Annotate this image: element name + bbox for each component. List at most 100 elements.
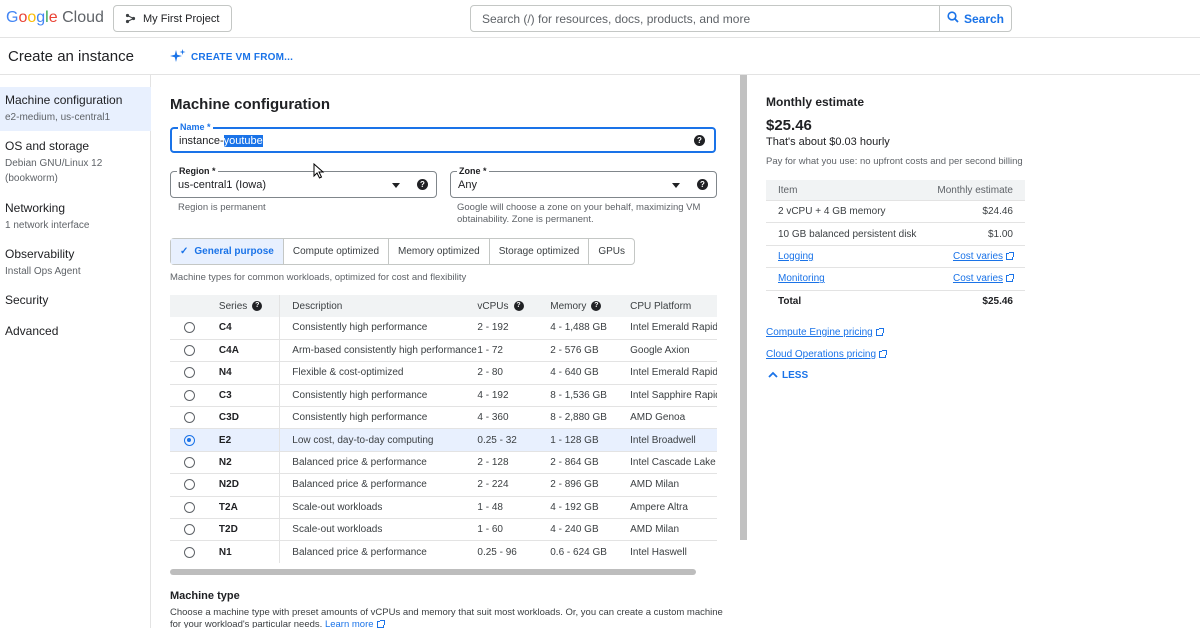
zone-label: Zone * bbox=[457, 166, 489, 176]
dropdown-caret-icon bbox=[672, 183, 680, 188]
series-radio-button[interactable] bbox=[184, 456, 196, 468]
table-row[interactable]: C4A Arm-based consistently high performan… bbox=[170, 339, 717, 363]
series-radio-cell bbox=[170, 317, 210, 340]
estimate-price: $25.46 bbox=[766, 117, 812, 134]
logging-cost-link[interactable]: Cost varies bbox=[953, 251, 1014, 262]
tab-storage-optimized[interactable]: Storage optimized bbox=[490, 239, 590, 264]
series-name: N1 bbox=[209, 540, 281, 563]
less-toggle-button[interactable]: LESS bbox=[768, 370, 808, 381]
help-icon[interactable]: ? bbox=[697, 179, 708, 190]
zone-select[interactable]: Zone * Any ? bbox=[450, 166, 717, 198]
column-header-memory: Memory? bbox=[550, 295, 631, 317]
instance-name-field[interactable]: Name * instance-youtube ? bbox=[170, 122, 716, 153]
nav-item-observability[interactable]: Observability Install Ops Agent bbox=[0, 247, 151, 279]
create-vm-from-button[interactable]: CREATE VM FROM... bbox=[170, 49, 293, 66]
help-icon[interactable]: ? bbox=[513, 300, 524, 311]
nav-item-sublabel: Debian GNU/Linux 12 (bookworm) bbox=[5, 158, 103, 184]
series-radio-button[interactable] bbox=[184, 501, 196, 513]
series-name: C3 bbox=[209, 384, 281, 408]
help-icon[interactable]: ? bbox=[694, 135, 705, 146]
nav-item-advanced[interactable]: Advanced bbox=[0, 324, 151, 338]
estimate-title: Monthly estimate bbox=[766, 95, 865, 109]
nav-item-security[interactable]: Security bbox=[0, 293, 151, 307]
series-radio-button[interactable] bbox=[184, 434, 196, 446]
search-button-label: Search bbox=[963, 11, 1005, 26]
tab-compute-optimized[interactable]: Compute optimized bbox=[284, 239, 390, 264]
help-icon[interactable]: ? bbox=[417, 179, 428, 190]
nav-item-networking[interactable]: Networking 1 network interface bbox=[0, 201, 151, 233]
series-cpu-platform: Intel Broadwell bbox=[630, 428, 717, 452]
tab-label: Memory optimized bbox=[398, 246, 480, 257]
help-icon[interactable]: ? bbox=[252, 300, 263, 311]
horizontal-scrollbar[interactable] bbox=[170, 569, 696, 575]
logo-cloud-text: Cloud bbox=[62, 9, 104, 26]
tab-gpus[interactable]: GPUs bbox=[589, 239, 634, 264]
zone-hint: Google will choose a zone on your behalf… bbox=[457, 202, 700, 226]
estimate-hourly: That's about $0.03 hourly bbox=[766, 136, 890, 148]
machine-family-tabs: ✓ General purpose Compute optimized Memor… bbox=[170, 238, 635, 265]
series-radio-button[interactable] bbox=[184, 322, 196, 334]
estimate-row: 10 GB balanced persistent disk $1.00 bbox=[766, 223, 1025, 246]
search-button[interactable]: Search bbox=[939, 5, 1012, 32]
nav-item-sublabel: Install Ops Agent bbox=[5, 266, 81, 277]
series-description: Consistently high performance bbox=[279, 406, 478, 430]
series-radio-button[interactable] bbox=[184, 412, 196, 424]
logging-link[interactable]: Logging bbox=[778, 251, 814, 262]
name-prefix: instance- bbox=[179, 135, 224, 147]
table-row[interactable]: C3D Consistently high performance 4 - 360 8… bbox=[170, 406, 717, 430]
series-description: Flexible & cost-optimized bbox=[279, 361, 478, 385]
series-radio-cell bbox=[170, 473, 210, 497]
table-row[interactable]: N2 Balanced price & performance 2 - 128 2 -… bbox=[170, 451, 717, 475]
series-radio-button[interactable] bbox=[184, 367, 196, 379]
table-row[interactable]: T2D Scale-out workloads 1 - 60 4 - 240 GB AM… bbox=[170, 518, 717, 542]
cloud-operations-pricing-link[interactable]: Cloud Operations pricing bbox=[766, 349, 888, 360]
estimate-row: 2 vCPU + 4 GB memory $24.46 bbox=[766, 201, 1025, 224]
table-row[interactable]: C3 Consistently high performance 4 - 192 8 … bbox=[170, 384, 717, 408]
google-cloud-logo[interactable]: Google Cloud bbox=[6, 9, 104, 27]
estimate-row: Monitoring Cost varies bbox=[766, 268, 1025, 291]
series-radio-button[interactable] bbox=[184, 389, 196, 401]
series-memory: 2 - 576 GB bbox=[550, 339, 631, 363]
nav-item-machine-configuration[interactable]: Machine configuration e2-medium, us-cent… bbox=[0, 87, 151, 131]
table-row[interactable]: N2D Balanced price & performance 2 - 224 2 … bbox=[170, 473, 717, 497]
search-input[interactable]: Search (/) for resources, docs, products… bbox=[470, 5, 940, 32]
column-header-cpu-platform: CPU Platform bbox=[630, 295, 717, 317]
left-navigation: Machine configuration e2-medium, us-cent… bbox=[0, 75, 151, 628]
series-radio-button[interactable] bbox=[184, 479, 196, 491]
machine-type-description: Choose a machine type with preset amount… bbox=[170, 607, 730, 628]
chevron-up-icon bbox=[768, 370, 778, 381]
series-vcpus: 1 - 60 bbox=[477, 518, 551, 542]
table-row[interactable]: N1 Balanced price & performance 0.25 - 96 0… bbox=[170, 540, 717, 563]
tab-memory-optimized[interactable]: Memory optimized bbox=[389, 239, 490, 264]
vertical-scrollbar[interactable] bbox=[740, 75, 747, 540]
table-row[interactable]: E2 Low cost, day-to-day computing 0.25 - 3… bbox=[170, 428, 717, 452]
monitoring-cost-link[interactable]: Cost varies bbox=[952, 273, 1014, 285]
series-radio-button[interactable] bbox=[184, 546, 196, 558]
monitoring-link[interactable]: Monitoring bbox=[778, 273, 825, 284]
column-header-description: Description bbox=[279, 295, 478, 317]
series-vcpus: 0.25 - 96 bbox=[477, 540, 551, 563]
nav-item-os-and-storage[interactable]: OS and storage Debian GNU/Linux 12 (book… bbox=[0, 139, 151, 186]
series-memory: 4 - 240 GB bbox=[550, 518, 631, 542]
series-radio-button[interactable] bbox=[184, 524, 196, 536]
series-memory: 4 - 640 GB bbox=[550, 361, 631, 385]
table-row[interactable]: T2A Scale-out workloads 1 - 48 4 - 192 GB Am… bbox=[170, 496, 717, 520]
help-icon[interactable]: ? bbox=[591, 300, 602, 311]
series-vcpus: 2 - 80 bbox=[477, 361, 551, 385]
series-description: Arm-based consistently high performance bbox=[279, 339, 478, 363]
tab-general-purpose[interactable]: ✓ General purpose bbox=[171, 239, 284, 264]
logo-letter: g bbox=[36, 9, 46, 26]
series-radio-cell bbox=[170, 518, 210, 542]
mouse-cursor-icon bbox=[313, 163, 325, 179]
series-radio-button[interactable] bbox=[184, 345, 196, 357]
learn-more-link[interactable]: Learn more bbox=[325, 619, 385, 628]
table-row[interactable]: N4 Flexible & cost-optimized 2 - 80 4 - 640… bbox=[170, 361, 717, 385]
cost-varies-label: Cost varies bbox=[952, 273, 1003, 285]
compute-engine-pricing-link[interactable]: Compute Engine pricing bbox=[766, 327, 884, 338]
nav-item-sublabel: e2-medium, us-central1 bbox=[5, 112, 111, 123]
nav-item-label: OS and storage bbox=[5, 139, 90, 153]
estimate-item: 2 vCPU + 4 GB memory bbox=[778, 206, 886, 218]
table-row[interactable]: C4 Consistently high performance 2 - 192 4 … bbox=[170, 317, 717, 340]
project-picker-button[interactable]: My First Project bbox=[113, 5, 232, 32]
region-select[interactable]: Region * us-central1 (Iowa) ? bbox=[170, 166, 437, 198]
